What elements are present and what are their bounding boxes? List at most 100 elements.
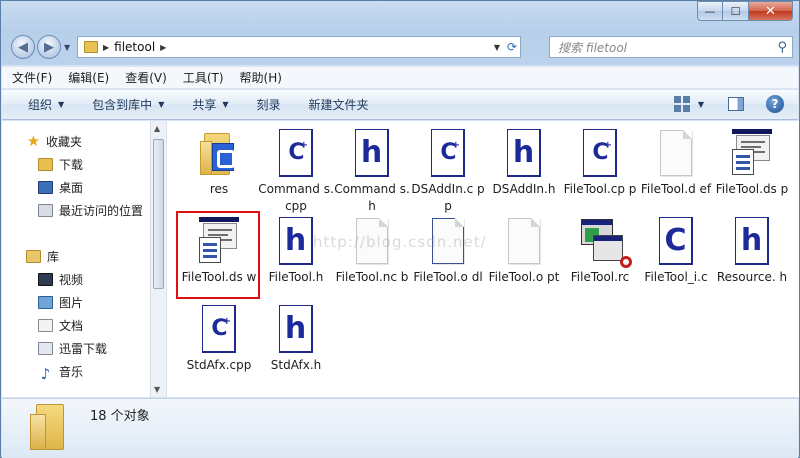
- file-name: StdAfx.h: [270, 358, 322, 372]
- recent-pages-dropdown[interactable]: ▼: [64, 43, 70, 52]
- library-icon: [26, 249, 41, 263]
- nav-music[interactable]: ♪ 音乐: [38, 361, 83, 383]
- menu-help[interactable]: 帮助(H): [240, 69, 282, 86]
- file-item[interactable]: FileTool.o pt: [484, 217, 564, 286]
- file-item[interactable]: FileTool.rc: [560, 217, 640, 286]
- scroll-up-icon[interactable]: ▲: [154, 124, 160, 133]
- include-in-library-button[interactable]: 包含到库中 ▼: [92, 96, 164, 113]
- breadcrumb-separator-icon[interactable]: ▶: [160, 43, 166, 52]
- folder-icon: [198, 129, 240, 179]
- cpp-file-icon: C +: [275, 129, 317, 179]
- back-button[interactable]: ◀: [11, 35, 35, 59]
- file-item[interactable]: h DSAddIn.h: [484, 129, 564, 198]
- maximize-button[interactable]: ☐: [723, 1, 749, 21]
- explorer-window: — ☐ ✕ ◀ ▶ ▼ ▶ filetool ▶ ▼ ⟳ 搜索 filetool…: [0, 0, 800, 458]
- breadcrumb-filetool[interactable]: filetool: [114, 40, 155, 54]
- nav-favorites[interactable]: ★ 收藏夹: [26, 131, 82, 151]
- resource-script-icon: [579, 217, 632, 268]
- address-row: ◀ ▶ ▼ ▶ filetool ▶ ▼ ⟳ 搜索 filetool ⚲: [9, 33, 793, 61]
- refresh-icon[interactable]: ⟳: [507, 40, 517, 54]
- nav-videos-label: 视频: [59, 272, 84, 287]
- view-options-icon[interactable]: [673, 96, 690, 112]
- new-folder-button[interactable]: 新建文件夹: [309, 96, 369, 113]
- search-icon[interactable]: ⚲: [777, 40, 787, 55]
- nav-desktop[interactable]: 桌面: [38, 177, 83, 197]
- burn-button[interactable]: 刻录: [257, 96, 281, 113]
- organize-button[interactable]: 组织 ▼: [28, 96, 64, 113]
- file-item[interactable]: FileTool.ds w: [179, 217, 259, 286]
- address-history-dropdown[interactable]: ▼: [494, 43, 500, 52]
- header-file-icon: h: [503, 129, 545, 179]
- preview-pane-icon[interactable]: [728, 97, 744, 111]
- forward-button[interactable]: ▶: [37, 35, 61, 59]
- file-item[interactable]: FileTool.d ef: [636, 129, 716, 198]
- file-item[interactable]: FileTool.o dl: [408, 217, 488, 286]
- star-icon: ★: [26, 132, 41, 150]
- burn-label: 刻录: [256, 98, 281, 112]
- file-name: FileTool.ds p: [715, 182, 789, 196]
- nav-pane-scrollbar[interactable]: ▲ ▼: [150, 121, 166, 397]
- file-item[interactable]: h Command s.h: [332, 129, 412, 215]
- workspace-file-icon: [198, 217, 240, 267]
- file-item[interactable]: C + StdAfx.cpp: [179, 305, 259, 374]
- cpp-file-icon: C +: [579, 129, 621, 179]
- details-pane: 18 个对象: [2, 398, 798, 458]
- nav-downloads[interactable]: 下载: [38, 154, 83, 174]
- nav-thunder-label: 迅雷下载: [59, 341, 108, 356]
- menu-tools[interactable]: 工具(T): [183, 69, 224, 86]
- organize-label: 组织: [28, 98, 53, 112]
- header-file-icon: h: [731, 217, 773, 267]
- file-item[interactable]: res: [179, 129, 259, 198]
- address-bar[interactable]: ▶ filetool ▶ ▼ ⟳: [77, 36, 521, 58]
- view-dropdown[interactable]: ▼: [698, 100, 704, 109]
- file-name: FileTool.nc b: [335, 270, 409, 284]
- caption-buttons: — ☐ ✕: [697, 1, 793, 21]
- file-name: Command s.h: [334, 182, 410, 213]
- share-button[interactable]: 共享 ▼: [192, 96, 228, 113]
- nav-thunder[interactable]: 迅雷下载: [38, 338, 107, 358]
- file-list: res C + Command s.cpp h Command s.h C + DS…: [167, 121, 799, 397]
- file-item[interactable]: C + FileTool.cp p: [560, 129, 640, 198]
- file-item[interactable]: FileTool.ds p: [712, 129, 792, 198]
- file-item[interactable]: h Resource. h: [712, 217, 792, 286]
- folder-icon: [30, 404, 68, 450]
- file-item[interactable]: h FileTool.h: [256, 217, 336, 286]
- blank-file-icon: [655, 129, 697, 179]
- close-button[interactable]: ✕: [749, 1, 793, 21]
- minimize-button[interactable]: —: [697, 1, 723, 21]
- pictures-icon: [38, 295, 53, 309]
- arrow-right-icon: ▶: [44, 39, 54, 55]
- help-icon[interactable]: ?: [766, 95, 784, 113]
- file-item[interactable]: h StdAfx.h: [256, 305, 336, 374]
- menu-view[interactable]: 查看(V): [125, 69, 167, 86]
- file-item[interactable]: C FileTool_i.c: [636, 217, 716, 286]
- menu-edit[interactable]: 编辑(E): [68, 69, 109, 86]
- scrollbar-thumb[interactable]: [153, 139, 164, 289]
- file-item[interactable]: C + Command s.cpp: [256, 129, 336, 215]
- nav-documents[interactable]: 文档: [38, 315, 83, 335]
- file-name: Resource. h: [716, 270, 788, 284]
- share-label: 共享: [192, 98, 217, 112]
- nav-library-label: 库: [47, 249, 60, 264]
- file-item[interactable]: FileTool.nc b: [332, 217, 412, 286]
- scroll-down-icon[interactable]: ▼: [154, 385, 160, 394]
- nav-pictures-label: 图片: [59, 295, 84, 310]
- chevron-down-icon: ▼: [58, 100, 65, 109]
- nav-library[interactable]: 库: [26, 246, 59, 266]
- nav-videos[interactable]: 视频: [38, 269, 83, 289]
- file-name: FileTool.d ef: [640, 182, 712, 196]
- nav-documents-label: 文档: [59, 318, 84, 333]
- nav-pictures[interactable]: 图片: [38, 292, 83, 312]
- search-input[interactable]: 搜索 filetool ⚲: [549, 36, 793, 58]
- recent-places-icon: [38, 203, 53, 217]
- nav-recent-label: 最近访问的位置: [59, 203, 144, 218]
- project-file-icon: [731, 129, 773, 179]
- file-item[interactable]: C + DSAddIn.c pp: [408, 129, 488, 215]
- c-file-icon: C: [655, 217, 697, 267]
- file-name: FileTool.h: [268, 270, 324, 284]
- music-note-icon: ♪: [40, 364, 51, 383]
- nav-recent[interactable]: 最近访问的位置: [38, 200, 143, 220]
- search-placeholder: 搜索 filetool: [558, 40, 628, 55]
- menu-file[interactable]: 文件(F): [12, 69, 52, 86]
- breadcrumb-separator-icon[interactable]: ▶: [103, 43, 109, 52]
